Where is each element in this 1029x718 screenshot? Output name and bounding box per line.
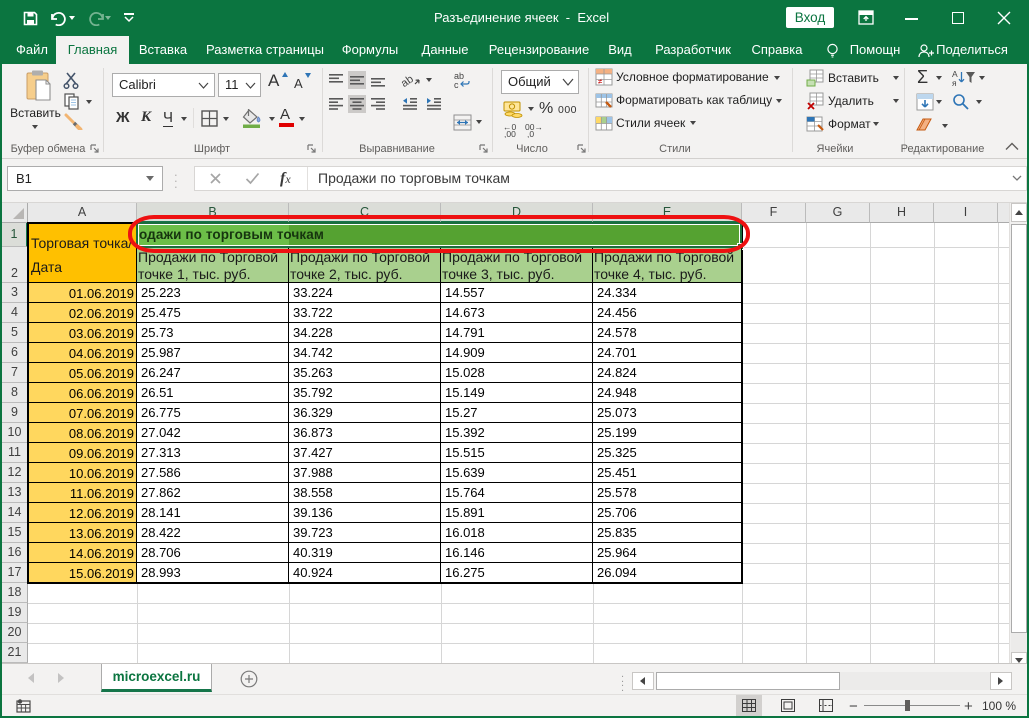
svg-text:c: c: [454, 80, 459, 89]
svg-text:я: я: [952, 78, 957, 87]
svg-text:,0: ,0: [527, 129, 534, 138]
svg-text:,00: ,00: [504, 129, 516, 138]
svg-text:ab: ab: [401, 73, 416, 89]
svg-text:≠: ≠: [598, 77, 603, 86]
